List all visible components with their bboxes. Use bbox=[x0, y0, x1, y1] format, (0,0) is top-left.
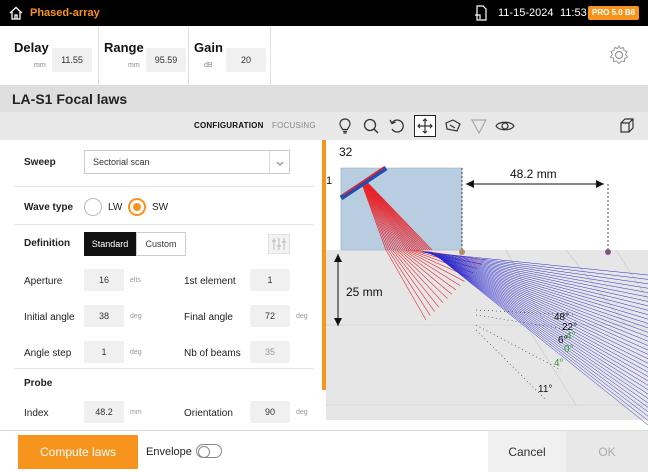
probe-visualization[interactable]: 32 1 48.2 mm 25 mm 48° 22° 4° 6° 0° 4° 1… bbox=[326, 140, 648, 430]
envelope-label: Envelope bbox=[146, 446, 192, 458]
angle-label-5: 4° bbox=[554, 358, 564, 369]
gain-unit: dB bbox=[204, 62, 213, 69]
parameter-bar: Delay mm 11.55 Range mm 95.59 Gain dB 20 bbox=[0, 26, 648, 86]
index-unit: mm bbox=[130, 409, 142, 416]
date-display: 11-15-2024 bbox=[498, 7, 554, 19]
home-icon[interactable] bbox=[8, 5, 24, 21]
final-angle-unit: deg bbox=[296, 313, 308, 320]
ok-button[interactable]: OK bbox=[566, 431, 648, 472]
file-icon[interactable] bbox=[474, 5, 488, 21]
eye-icon[interactable] bbox=[494, 115, 516, 137]
range-value-field[interactable]: 95.59 bbox=[146, 48, 186, 72]
sliders-icon[interactable] bbox=[268, 234, 290, 254]
final-angle-label: Final angle bbox=[184, 312, 233, 323]
aperture-label: Aperture bbox=[24, 276, 63, 287]
move-icon[interactable] bbox=[414, 115, 436, 137]
gain-label: Gain bbox=[194, 40, 223, 55]
tab-configuration[interactable]: CONFIGURATION bbox=[194, 121, 264, 130]
app-title: Phased-array bbox=[30, 7, 100, 19]
orientation-unit: deg bbox=[296, 409, 308, 416]
nb-beams-field: 35 bbox=[250, 341, 290, 363]
lightbulb-icon[interactable] bbox=[334, 115, 356, 137]
delay-unit: mm bbox=[34, 62, 46, 69]
wave-type-sw-label: SW bbox=[152, 202, 169, 213]
wave-type-lw-label: LW bbox=[108, 202, 123, 213]
envelope-toggle[interactable] bbox=[196, 444, 222, 458]
angle-label-4: 0° bbox=[564, 344, 574, 355]
probe-label-left: 1 bbox=[326, 175, 332, 187]
probe-label-top: 32 bbox=[339, 145, 353, 159]
angle-label-6: 11° bbox=[538, 384, 552, 395]
range-label: Range bbox=[104, 40, 144, 55]
angle-step-unit: deg bbox=[130, 349, 142, 356]
wedge-icon[interactable] bbox=[442, 115, 464, 137]
index-dimension bbox=[459, 168, 611, 255]
cube-icon[interactable] bbox=[616, 115, 638, 137]
first-element-label: 1st element bbox=[184, 276, 236, 287]
chevron-down-icon bbox=[276, 161, 284, 166]
final-angle-field[interactable]: 72 bbox=[250, 305, 290, 327]
gain-value-field[interactable]: 20 bbox=[226, 48, 266, 72]
version-badge: PRO 5.0 B6 bbox=[588, 6, 640, 20]
sweep-select[interactable]: Sectorial scan bbox=[84, 150, 290, 174]
aperture-unit: elts bbox=[130, 277, 141, 284]
delay-value-field[interactable]: 11.55 bbox=[52, 48, 92, 72]
top-bar: Phased-array 11-15-2024 11:53 PRO 5.0 B6 bbox=[0, 0, 648, 26]
tab-bar: CONFIGURATION FOCUSING bbox=[0, 112, 326, 140]
index-offset-label: 48.2 mm bbox=[510, 167, 557, 181]
bottom-bar: Compute laws Envelope Cancel OK bbox=[0, 430, 648, 472]
probe-header: Probe bbox=[24, 378, 53, 389]
cancel-button[interactable]: Cancel bbox=[488, 431, 566, 472]
definition-standard-button[interactable]: Standard bbox=[84, 232, 136, 256]
section-title: LA-S1 Focal laws bbox=[12, 91, 128, 107]
angle-step-label: Angle step bbox=[24, 348, 72, 359]
cone-icon[interactable] bbox=[468, 115, 490, 137]
aperture-field[interactable]: 16 bbox=[84, 269, 124, 291]
nb-beams-label: Nb of beams bbox=[184, 348, 241, 359]
sweep-label: Sweep bbox=[24, 157, 56, 168]
definition-label: Definition bbox=[24, 238, 71, 249]
index-field[interactable]: 48.2 bbox=[84, 401, 124, 423]
orientation-label: Orientation bbox=[184, 408, 233, 419]
section-title-bar: LA-S1 Focal laws bbox=[0, 86, 648, 112]
view-toolbar bbox=[326, 112, 648, 140]
wave-type-lw-radio[interactable] bbox=[84, 198, 102, 216]
orientation-field[interactable]: 90 bbox=[250, 401, 290, 423]
index-label: Index bbox=[24, 408, 49, 419]
initial-angle-unit: deg bbox=[130, 313, 142, 320]
time-display: 11:53 bbox=[560, 7, 587, 19]
zoom-icon[interactable] bbox=[360, 115, 382, 137]
wedge bbox=[340, 167, 463, 251]
configuration-form: Sweep Sectorial scan Wave type LW SW Def… bbox=[0, 140, 320, 430]
rotate-icon[interactable] bbox=[386, 115, 408, 137]
tab-focusing[interactable]: FOCUSING bbox=[272, 121, 316, 130]
delay-label: Delay bbox=[14, 40, 49, 55]
range-unit: mm bbox=[128, 62, 140, 69]
wave-type-label: Wave type bbox=[24, 202, 74, 213]
definition-custom-button[interactable]: Custom bbox=[136, 232, 186, 256]
gear-icon[interactable] bbox=[608, 44, 630, 66]
angle-step-field[interactable]: 1 bbox=[84, 341, 124, 363]
thickness-label: 25 mm bbox=[346, 285, 383, 299]
initial-angle-label: Initial angle bbox=[24, 312, 75, 323]
initial-angle-field[interactable]: 38 bbox=[84, 305, 124, 327]
wave-type-sw-radio[interactable] bbox=[128, 198, 146, 216]
beam-diagram: 32 1 48.2 mm 25 mm 48° 22° 4° 6° 0° 4° 1… bbox=[326, 145, 648, 426]
compute-laws-button[interactable]: Compute laws bbox=[18, 435, 138, 469]
sweep-select-value: Sectorial scan bbox=[93, 157, 150, 167]
first-element-field[interactable]: 1 bbox=[250, 269, 290, 291]
